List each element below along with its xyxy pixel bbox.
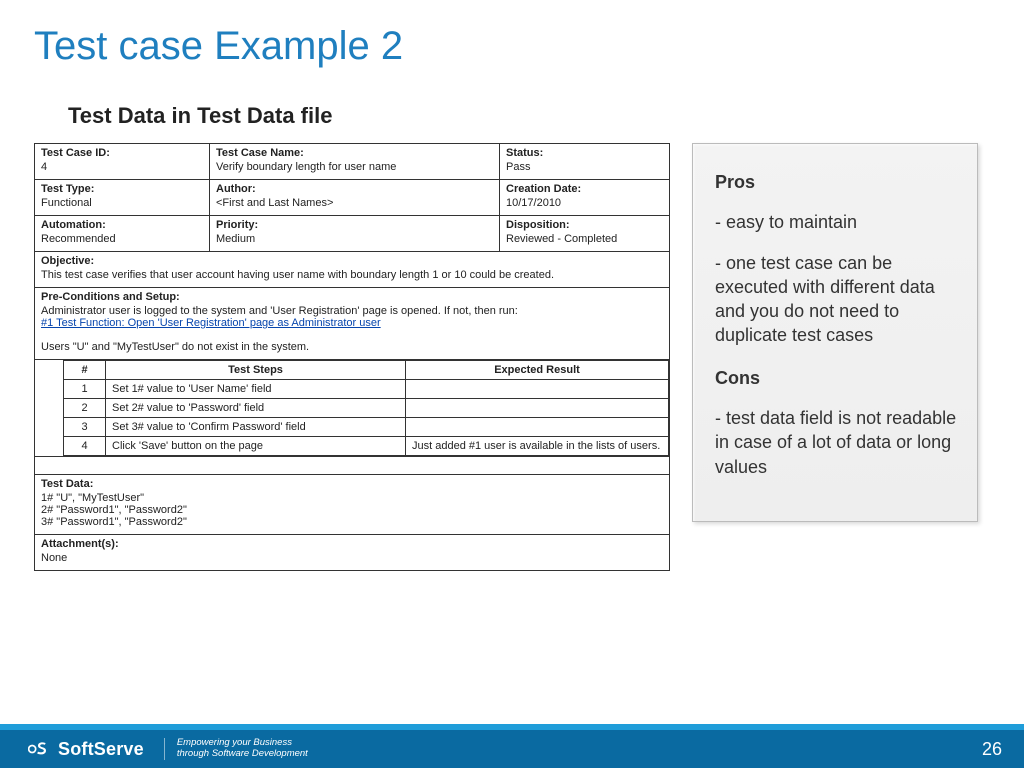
tc-auto-value: Recommended — [41, 233, 116, 245]
tc-objective-row: Objective: This test case verifies that … — [35, 252, 669, 288]
tc-precond-row: Pre-Conditions and Setup: Administrator … — [35, 288, 669, 360]
tc-testdata-l3: 3# "Password1", "Password2" — [41, 516, 187, 528]
tc-objective-label: Objective: — [41, 255, 663, 267]
tc-author-label: Author: — [216, 183, 493, 195]
step-result: Just added #1 user is available in the l… — [406, 437, 669, 456]
pros-cons-panel: Pros - easy to maintain - one test case … — [692, 143, 978, 522]
tc-id-value: 4 — [41, 161, 47, 173]
page-number: 26 — [982, 739, 1002, 760]
step-num: 1 — [64, 380, 106, 399]
slide-title: Test case Example 2 — [0, 0, 1024, 69]
tc-prio-value: Medium — [216, 233, 255, 245]
tc-name-value: Verify boundary length for user name — [216, 161, 396, 173]
tc-type-label: Test Type: — [41, 183, 203, 195]
slide-subtitle: Test Data in Test Data file — [0, 69, 1024, 143]
tc-status-value: Pass — [506, 161, 530, 173]
step-result — [406, 399, 669, 418]
tc-prio-label: Priority: — [216, 219, 493, 231]
tc-steps-table: # Test Steps Expected Result 1 Set 1# va… — [63, 360, 669, 456]
table-row: 4 Click 'Save' button on the page Just a… — [64, 437, 669, 456]
pros-item-1: - easy to maintain — [715, 210, 957, 234]
tc-steps-area: # Test Steps Expected Result 1 Set 1# va… — [35, 360, 669, 457]
step-text: Click 'Save' button on the page — [106, 437, 406, 456]
tc-auto-cell: Automation: Recommended — [35, 216, 210, 252]
pros-heading: Pros — [715, 170, 957, 194]
tc-cdate-value: 10/17/2010 — [506, 197, 561, 209]
steps-col-result: Expected Result — [406, 361, 669, 380]
step-num: 4 — [64, 437, 106, 456]
step-text: Set 3# value to 'Confirm Password' field — [106, 418, 406, 437]
tc-precond-line1: Administrator user is logged to the syst… — [41, 305, 518, 317]
tc-status-cell: Status: Pass — [500, 144, 669, 180]
tc-type-value: Functional — [41, 197, 92, 209]
testcase-panel: Test Case ID: 4 Test Case Name: Verify b… — [34, 143, 670, 571]
tc-disp-cell: Disposition: Reviewed - Completed — [500, 216, 669, 252]
tc-testdata-l1: 1# "U", "MyTestUser" — [41, 492, 144, 504]
tc-id-label: Test Case ID: — [41, 147, 203, 159]
tc-auto-label: Automation: — [41, 219, 203, 231]
tc-precond-link[interactable]: #1 Test Function: Open 'User Registratio… — [41, 317, 381, 329]
tc-attach-value: None — [41, 552, 67, 564]
brand-logo-icon — [28, 739, 48, 759]
tc-testdata-row: Test Data: 1# "U", "MyTestUser" 2# "Pass… — [35, 475, 669, 535]
tc-type-cell: Test Type: Functional — [35, 180, 210, 216]
tc-attach-row: Attachment(s): None — [35, 535, 669, 570]
tc-prio-cell: Priority: Medium — [210, 216, 500, 252]
step-text: Set 2# value to 'Password' field — [106, 399, 406, 418]
brand-area: SoftServe Empowering your Business throu… — [28, 738, 308, 760]
table-row: 3 Set 3# value to 'Confirm Password' fie… — [64, 418, 669, 437]
tc-precond-line2: Users "U" and "MyTestUser" do not exist … — [41, 341, 309, 353]
step-result — [406, 380, 669, 399]
tc-disp-value: Reviewed - Completed — [506, 233, 617, 245]
step-num: 3 — [64, 418, 106, 437]
tc-testdata-label: Test Data: — [41, 478, 663, 490]
cons-item-1: - test data field is not readable in cas… — [715, 406, 957, 479]
tc-name-label: Test Case Name: — [216, 147, 493, 159]
step-text: Set 1# value to 'User Name' field — [106, 380, 406, 399]
tc-gap-row — [35, 457, 669, 475]
table-row: 2 Set 2# value to 'Password' field — [64, 399, 669, 418]
tc-objective-value: This test case verifies that user accoun… — [41, 269, 554, 281]
tagline-line2: through Software Development — [177, 749, 308, 760]
brand-tagline: Empowering your Business through Softwar… — [164, 738, 308, 760]
tc-cdate-label: Creation Date: — [506, 183, 663, 195]
tc-attach-label: Attachment(s): — [41, 538, 663, 550]
tc-testdata-l2: 2# "Password1", "Password2" — [41, 504, 187, 516]
steps-col-steps: Test Steps — [106, 361, 406, 380]
tc-name-cell: Test Case Name: Verify boundary length f… — [210, 144, 500, 180]
tc-status-label: Status: — [506, 147, 663, 159]
footer: SoftServe Empowering your Business throu… — [0, 724, 1024, 768]
pros-item-2: - one test case can be executed with dif… — [715, 251, 957, 348]
tc-author-value: <First and Last Names> — [216, 197, 333, 209]
cons-heading: Cons — [715, 366, 957, 390]
tc-precond-label: Pre-Conditions and Setup: — [41, 291, 663, 303]
brand-name: SoftServe — [58, 739, 144, 760]
step-num: 2 — [64, 399, 106, 418]
table-row: 1 Set 1# value to 'User Name' field — [64, 380, 669, 399]
steps-col-num: # — [64, 361, 106, 380]
step-result — [406, 418, 669, 437]
tc-author-cell: Author: <First and Last Names> — [210, 180, 500, 216]
tc-cdate-cell: Creation Date: 10/17/2010 — [500, 180, 669, 216]
tc-disp-label: Disposition: — [506, 219, 663, 231]
tc-id-cell: Test Case ID: 4 — [35, 144, 210, 180]
